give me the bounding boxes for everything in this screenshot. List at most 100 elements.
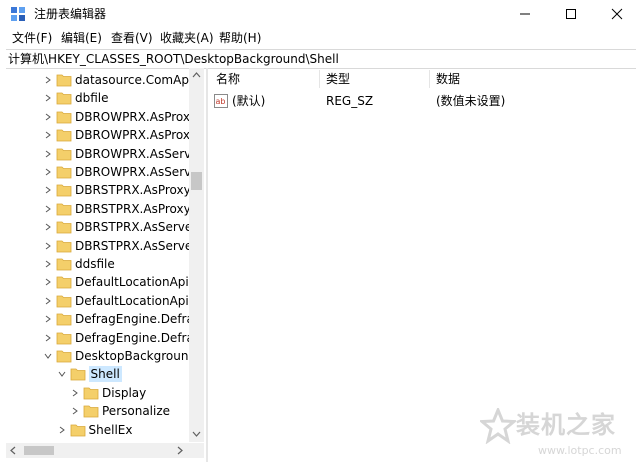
folder-icon <box>56 148 72 160</box>
tree-item[interactable]: DefaultLocationApi <box>6 273 196 291</box>
tree-item[interactable]: Display <box>6 384 196 402</box>
tree-item-label: Shell <box>88 366 122 383</box>
chevron-right-icon[interactable] <box>44 315 52 323</box>
close-button[interactable] <box>594 0 640 28</box>
scroll-left-icon[interactable] <box>10 446 16 455</box>
chevron-right-icon[interactable] <box>44 260 52 268</box>
folder-icon <box>56 295 72 308</box>
chevron-right-icon[interactable] <box>44 168 52 176</box>
minimize-icon <box>520 13 530 15</box>
tree-item-label: dbfile <box>75 91 109 106</box>
tree-item[interactable]: datasource.ComAppx <box>6 71 204 89</box>
menu-file[interactable]: 文件(F) <box>12 30 52 46</box>
tree-item[interactable]: DefragEngine.Defrag <box>6 310 201 328</box>
tree-item[interactable]: Shell <box>6 365 196 383</box>
tree-vertical-scrollbar[interactable] <box>189 68 204 442</box>
column-separator[interactable] <box>319 70 320 88</box>
column-separator[interactable] <box>429 70 430 88</box>
watermark-text: 装机之家 <box>516 411 616 439</box>
column-header-name[interactable]: 名称 <box>216 68 240 90</box>
folder-icon <box>56 258 72 271</box>
chevron-right-icon[interactable] <box>44 186 52 194</box>
address-path: 计算机\HKEY_CLASSES_ROOT\DesktopBackground\… <box>8 52 339 66</box>
tree-item[interactable]: DesktopBackground <box>6 347 196 365</box>
menu-edit[interactable]: 编辑(E) <box>61 30 102 46</box>
tree-item-label: DefragEngine.Defrag <box>75 330 202 345</box>
chevron-right-icon[interactable] <box>44 278 52 286</box>
tree-item[interactable]: DBRSTPRX.AsServer.1 <box>6 237 204 255</box>
watermark: 装机之家 www.lotpc.com <box>476 406 636 464</box>
chevron-right-icon[interactable] <box>71 407 79 415</box>
tree-horizontal-scroll-thumb[interactable] <box>24 446 54 455</box>
folder-icon <box>56 332 72 344</box>
chevron-right-icon[interactable] <box>71 389 79 397</box>
folder-icon <box>83 405 99 418</box>
chevron-right-icon[interactable] <box>44 223 52 231</box>
value-type: REG_SZ <box>326 94 374 108</box>
chevron-right-icon[interactable] <box>44 242 52 250</box>
string-value-icon: ab <box>214 94 228 108</box>
value-data: (数值未设置) <box>436 94 506 108</box>
scroll-down-icon[interactable] <box>192 431 201 437</box>
tree-item-label: ShellEx <box>88 422 133 437</box>
column-header-type[interactable]: 类型 <box>326 68 350 90</box>
folder-icon <box>56 92 72 105</box>
chevron-right-icon[interactable] <box>44 150 52 158</box>
chevron-right-icon[interactable] <box>58 426 66 434</box>
chevron-right-icon[interactable] <box>44 94 52 102</box>
tree-item[interactable]: ddsfile <box>6 255 196 273</box>
watermark-url: www.lotpc.com <box>538 444 622 457</box>
tree-item-label: ddsfile <box>75 257 115 271</box>
tree-item[interactable]: DBRSTPRX.AsProxy.1 <box>6 200 200 218</box>
address-bar[interactable]: 计算机\HKEY_CLASSES_ROOT\DesktopBackground\… <box>6 49 636 69</box>
tree-horizontal-scrollbar[interactable] <box>6 443 204 458</box>
tree-item[interactable]: DBRSTPRX.AsServer <box>6 218 197 236</box>
menu-view[interactable]: 查看(V) <box>111 30 153 46</box>
tree-item[interactable]: DBROWPRX.AsServer <box>6 145 204 163</box>
chevron-right-icon[interactable] <box>44 334 52 342</box>
chevron-right-icon[interactable] <box>44 76 52 84</box>
chevron-down-icon[interactable] <box>58 370 66 378</box>
tree-item[interactable]: Personalize <box>6 402 196 420</box>
tree-item[interactable]: DBROWPRX.AsServer <box>6 163 204 181</box>
tree-item-label: Personalize <box>102 404 171 419</box>
tree-item[interactable]: DBRSTPRX.AsProxy <box>6 181 196 199</box>
minimize-button[interactable] <box>502 0 548 28</box>
folder-icon <box>56 111 72 124</box>
scroll-right-icon[interactable] <box>177 446 183 455</box>
tree-item-label: DBRSTPRX.AsServer.1 <box>75 238 204 253</box>
key-tree: datasource.ComAppx dbfile DBROWPRX.AsProxy… <box>6 68 204 443</box>
tree-item[interactable]: DBROWPRX.AsProxy. <box>6 126 199 144</box>
chevron-right-icon[interactable] <box>44 131 52 139</box>
tree-item[interactable]: DefragEngine.Defrag <box>6 329 201 347</box>
chevron-right-icon[interactable] <box>44 113 52 121</box>
folder-icon <box>70 368 85 381</box>
tree-item-label: datasource.ComAppx <box>75 73 204 87</box>
column-header-data[interactable]: 数据 <box>436 68 460 90</box>
tree-item[interactable]: DBROWPRX.AsProxy <box>6 108 198 126</box>
value-row[interactable]: ab (默认) REG_SZ (数值未设置) <box>210 92 636 110</box>
tree-item[interactable]: DefaultLocationApi.1 <box>6 292 200 310</box>
window-title: 注册表编辑器 <box>34 7 107 21</box>
chevron-right-icon[interactable] <box>44 297 52 305</box>
chevron-down-icon[interactable] <box>44 352 52 360</box>
folder-icon <box>56 276 72 289</box>
tree-item[interactable]: dbfile <box>6 89 196 107</box>
tree-vertical-scroll-thumb[interactable] <box>191 172 202 190</box>
pane-splitter[interactable] <box>206 68 208 462</box>
menu-favorites[interactable]: 收藏夹(A) <box>160 30 214 46</box>
folder-icon <box>56 350 72 363</box>
maximize-button[interactable] <box>548 0 594 28</box>
tree-item-label: DesktopBackground <box>75 349 197 363</box>
registry-editor-icon <box>11 7 25 21</box>
scroll-up-icon[interactable] <box>192 72 201 78</box>
folder-icon <box>56 166 72 179</box>
tree-item-label: DefragEngine.Defrag <box>75 312 202 327</box>
menu-help[interactable]: 帮助(H) <box>219 30 261 46</box>
chevron-right-icon[interactable] <box>44 205 52 213</box>
svg-text:ab: ab <box>216 97 226 106</box>
maximize-icon <box>566 9 576 19</box>
tree-item-label: DBROWPRX.AsProxy <box>75 109 198 124</box>
tree-item[interactable]: ShellEx <box>6 421 196 439</box>
tree-item-label: DBROWPRX.AsServer <box>75 165 204 179</box>
